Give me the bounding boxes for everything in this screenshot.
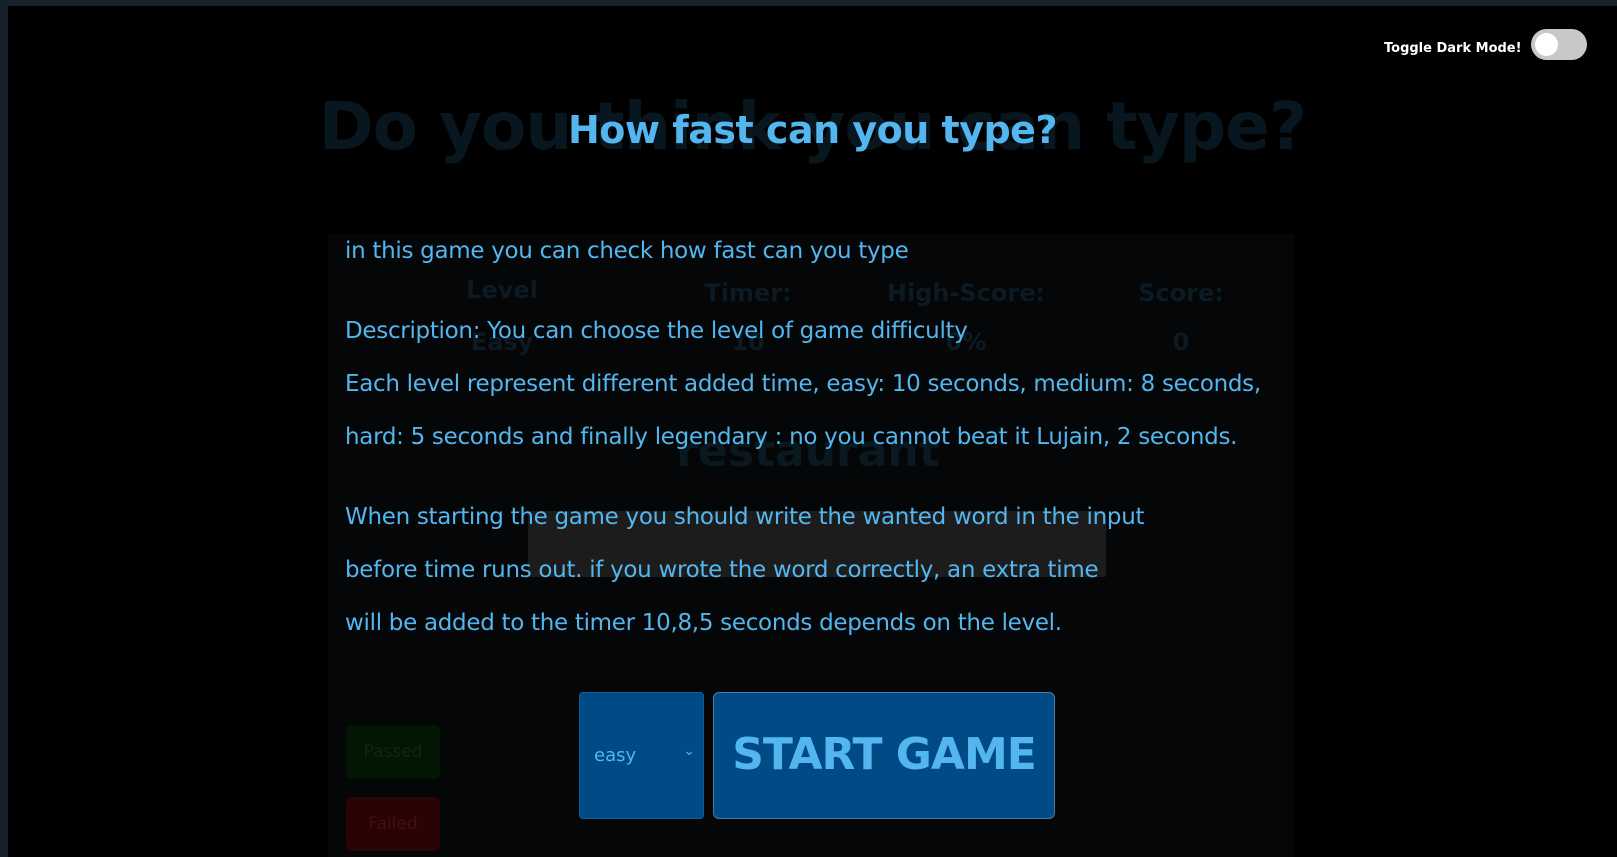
intro-line-2: Description: You can choose the level of… xyxy=(345,318,968,344)
intro-line-5: When starting the game you should write … xyxy=(345,504,1145,530)
intro-line-6: before time runs out. if you wrote the w… xyxy=(345,557,1099,583)
dark-mode-toggle[interactable] xyxy=(1531,29,1587,60)
difficulty-selected-value: easy xyxy=(594,745,637,766)
passed-badge: Passed xyxy=(346,725,440,779)
toggle-knob xyxy=(1535,33,1558,56)
intro-line-7: will be added to the timer 10,8,5 second… xyxy=(345,610,1062,636)
stat-highscore-label: High-Score: xyxy=(886,279,1046,307)
start-game-button[interactable]: START GAME xyxy=(713,692,1055,819)
chevron-down-icon: ⌄ xyxy=(683,743,695,759)
stat-timer-label: Timer: xyxy=(704,279,792,307)
difficulty-select[interactable]: easy ⌄ xyxy=(579,692,704,819)
intro-title: How fast can you type? xyxy=(568,108,1058,152)
failed-badge: Failed xyxy=(346,797,440,851)
game-frame: Do you think you can type? Level Easy Ti… xyxy=(8,6,1617,857)
stat-score-label: Score: xyxy=(1138,279,1224,307)
stat-level-label: Level xyxy=(466,276,538,304)
intro-line-3: Each level represent different added tim… xyxy=(345,371,1261,397)
intro-line-4: hard: 5 seconds and finally legendary : … xyxy=(345,424,1238,450)
intro-line-1: in this game you can check how fast can … xyxy=(345,238,909,264)
dark-mode-toggle-label: Toggle Dark Mode! xyxy=(1384,41,1522,56)
